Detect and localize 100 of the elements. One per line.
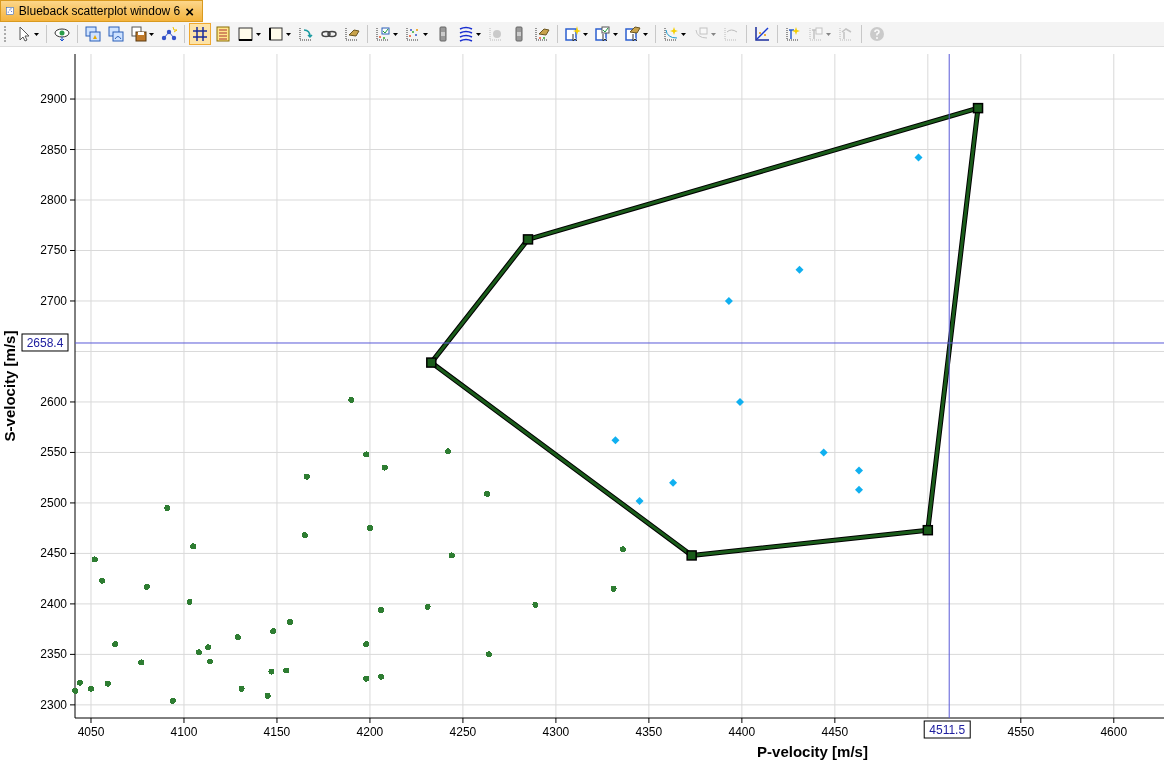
data-point	[366, 525, 373, 532]
scatterplot-icon	[6, 4, 14, 18]
tick-mark	[69, 401, 76, 403]
x-tick-label: 4350	[635, 725, 663, 739]
pictures-icon	[85, 26, 101, 42]
caret-icon	[393, 32, 398, 36]
data-point	[363, 641, 370, 648]
help-icon	[869, 26, 885, 42]
data-point	[363, 675, 370, 682]
tick-mark	[1020, 717, 1022, 724]
data-point	[283, 667, 290, 674]
rotate-icon	[298, 26, 314, 42]
data-point	[485, 651, 492, 658]
caret-icon	[613, 32, 618, 36]
new-tree-icon	[785, 26, 801, 42]
ref-line-label: 2658.4	[26, 335, 64, 350]
curve-icon	[723, 26, 739, 42]
caret-icon	[149, 32, 154, 36]
save-icon	[131, 26, 147, 42]
pointer-icon	[16, 26, 32, 42]
tick-mark	[276, 717, 278, 724]
vertex-handle[interactable]	[922, 524, 934, 536]
window-tab[interactable]: Blueback scatterplot window 6 ×	[0, 0, 203, 22]
caret-icon	[826, 32, 831, 36]
data-point	[484, 490, 491, 497]
hand-icon	[344, 26, 360, 42]
grid-icon	[192, 26, 208, 42]
caret-icon	[423, 32, 428, 36]
data-point	[303, 473, 310, 480]
y-tick-label: 2800	[40, 193, 67, 207]
x-tick-label: 4300	[542, 725, 570, 739]
network-icon	[161, 26, 177, 42]
tick-mark	[69, 149, 76, 150]
x-tick-label: 4600	[1100, 725, 1128, 739]
vertex-handle[interactable]	[686, 550, 697, 561]
y-tick-label: 2500	[40, 495, 67, 510]
chart-check-icon	[375, 26, 391, 42]
y-tick-label: 2350	[40, 647, 67, 662]
picture-up-button[interactable]	[82, 23, 104, 45]
new-selection-icon	[565, 26, 581, 42]
data-point	[205, 644, 212, 651]
x-tick-label: 4050	[77, 725, 105, 739]
grid-button[interactable]	[189, 23, 211, 45]
chart-brush-icon	[534, 26, 550, 42]
tick-mark	[69, 704, 76, 706]
data-point	[532, 601, 539, 608]
caret-icon	[34, 32, 39, 36]
tree-check-icon	[808, 26, 824, 42]
data-point	[190, 543, 197, 550]
diagonal-line-icon	[754, 26, 770, 42]
selection-brush-icon	[625, 26, 641, 42]
tick-mark	[69, 603, 76, 605]
tick-mark	[69, 653, 76, 655]
vertex-handle[interactable]	[522, 234, 534, 245]
data-point	[264, 692, 271, 699]
tab-title: Blueback scatterplot window 6	[18, 4, 181, 18]
highlighted-point	[819, 448, 828, 457]
data-point	[286, 619, 293, 626]
x-tick-label: 4200	[356, 725, 384, 739]
tick-mark	[369, 717, 371, 724]
data-point	[169, 697, 176, 704]
tick-mark	[69, 300, 76, 302]
frame-icon	[268, 26, 284, 42]
tick-mark	[69, 552, 76, 554]
save-button[interactable]	[128, 23, 157, 45]
caret-icon	[643, 32, 648, 36]
caret-icon	[711, 32, 716, 36]
x-tick-label: 4250	[449, 725, 477, 739]
data-point	[448, 552, 455, 559]
tick-mark	[462, 717, 464, 724]
highlighted-point	[855, 466, 863, 475]
data-point	[363, 451, 370, 458]
tick-mark	[648, 717, 650, 724]
y-tick-label: 2700	[40, 294, 67, 308]
tick-mark	[90, 717, 92, 724]
y-axis-title: S-velocity [m/s]	[1, 330, 18, 442]
tick-mark	[555, 717, 557, 724]
x-tick-label: 4550	[1007, 725, 1035, 739]
caret-icon	[256, 32, 261, 36]
vertex-handle[interactable]	[972, 102, 984, 114]
y-tick-label: 2750	[40, 243, 67, 258]
highlighted-point	[736, 397, 744, 406]
x-tick-label: 4400	[728, 725, 756, 739]
data-point	[99, 577, 106, 584]
selection-check-icon	[595, 26, 611, 42]
caret-icon	[681, 32, 686, 36]
data-point	[378, 673, 385, 680]
tick-mark	[69, 502, 76, 504]
data-point	[104, 680, 111, 687]
picture-copy-button[interactable]	[105, 23, 127, 45]
close-button[interactable]: ×	[185, 2, 194, 20]
data-point	[91, 556, 98, 563]
tick-mark	[69, 451, 76, 453]
crosshair-y-value: 2658.4	[21, 333, 69, 352]
contour-icon	[458, 26, 474, 42]
caret-icon	[286, 32, 291, 36]
eye-icon	[54, 26, 70, 42]
vertex-handle[interactable]	[426, 357, 437, 368]
list-icon	[215, 26, 231, 42]
tick-mark	[741, 717, 743, 724]
